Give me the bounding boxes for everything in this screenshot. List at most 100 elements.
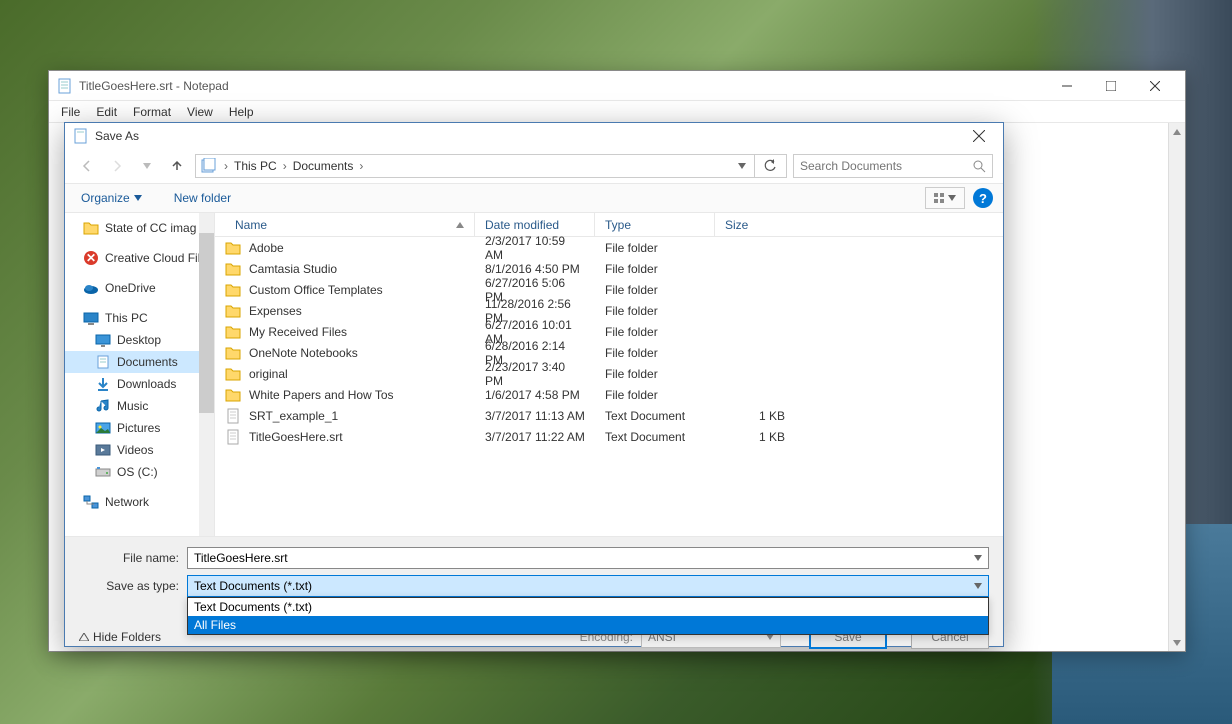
file-row[interactable]: Camtasia Studio8/1/2016 4:50 PMFile fold… <box>215 258 1003 279</box>
dialog-close-button[interactable] <box>963 123 995 149</box>
close-button[interactable] <box>1133 71 1177 101</box>
file-row[interactable]: Adobe2/3/2017 10:59 AMFile folder <box>215 237 1003 258</box>
notepad-scrollbar[interactable] <box>1168 123 1185 651</box>
sidebar-scrollbar[interactable] <box>199 213 214 536</box>
search-field[interactable] <box>800 159 969 173</box>
sidebar-item-documents[interactable]: Documents <box>65 351 214 373</box>
file-row[interactable]: White Papers and How Tos1/6/2017 4:58 PM… <box>215 384 1003 405</box>
column-size[interactable]: Size <box>715 213 795 236</box>
sidebar-item-desktop[interactable]: Desktop <box>65 329 214 351</box>
chevron-down-icon[interactable] <box>974 555 982 561</box>
refresh-button[interactable] <box>754 154 778 178</box>
file-date: 8/1/2016 4:50 PM <box>475 262 595 276</box>
nav-back-button[interactable] <box>75 154 99 178</box>
file-name: Custom Office Templates <box>249 283 383 297</box>
file-row[interactable]: Custom Office Templates6/27/2016 5:06 PM… <box>215 279 1003 300</box>
menu-view[interactable]: View <box>179 103 221 121</box>
menu-file[interactable]: File <box>53 103 88 121</box>
scroll-down-icon[interactable] <box>1169 634 1185 651</box>
nav-forward-button[interactable] <box>105 154 129 178</box>
nav-recent-dropdown[interactable] <box>135 154 159 178</box>
bottom-panel: File name: Save as type: Text Documents … <box>65 536 1003 646</box>
sidebar-item-os-c-[interactable]: OS (C:) <box>65 461 214 483</box>
sidebar-item-onedrive[interactable]: OneDrive <box>65 277 214 299</box>
file-row[interactable]: original2/23/2017 3:40 PMFile folder <box>215 363 1003 384</box>
view-options-button[interactable] <box>925 187 965 209</box>
scroll-up-icon[interactable] <box>1169 123 1185 140</box>
sidebar-item-creative-cloud-fil[interactable]: ✕Creative Cloud Fil <box>65 247 214 269</box>
sidebar-item-state-of-cc-imag[interactable]: State of CC imag <box>65 217 214 239</box>
dialog-icon <box>73 128 89 144</box>
sidebar-item-label: Desktop <box>117 333 161 347</box>
file-list-header: Name Date modified Type Size <box>215 213 1003 237</box>
file-date: 1/6/2017 4:58 PM <box>475 388 595 402</box>
column-name[interactable]: Name <box>215 213 475 236</box>
sidebar-item-label: Network <box>105 495 149 509</box>
music-icon <box>95 398 111 414</box>
saveastype-dropdown[interactable]: Text Documents (*.txt) All Files <box>187 597 989 635</box>
dialog-titlebar[interactable]: Save As <box>65 123 1003 149</box>
breadcrumb-folder[interactable]: Documents <box>291 159 356 173</box>
chevron-down-icon[interactable] <box>738 163 746 169</box>
nav-up-button[interactable] <box>165 154 189 178</box>
sidebar-item-this-pc[interactable]: This PC <box>65 307 214 329</box>
notepad-icon <box>57 78 73 94</box>
menu-edit[interactable]: Edit <box>88 103 125 121</box>
desktop-icon <box>95 332 111 348</box>
help-button[interactable]: ? <box>973 188 993 208</box>
chevron-right-icon[interactable]: › <box>355 159 367 173</box>
file-name: original <box>249 367 288 381</box>
minimize-button[interactable] <box>1045 71 1089 101</box>
breadcrumb-root[interactable]: This PC <box>232 159 279 173</box>
sidebar-item-label: OneDrive <box>105 281 156 295</box>
downloads-icon <box>95 376 111 392</box>
notepad-titlebar[interactable]: TitleGoesHere.srt - Notepad <box>49 71 1185 101</box>
menu-help[interactable]: Help <box>221 103 262 121</box>
file-row[interactable]: SRT_example_13/7/2017 11:13 AMText Docum… <box>215 405 1003 426</box>
breadcrumb[interactable]: › This PC › Documents › <box>195 154 787 178</box>
file-row[interactable]: My Received Files6/27/2016 10:01 AMFile … <box>215 321 1003 342</box>
filename-input[interactable] <box>187 547 989 569</box>
search-icon[interactable] <box>973 160 986 173</box>
dropdown-option-all[interactable]: All Files <box>188 616 988 634</box>
organize-button[interactable]: Organize <box>75 187 148 209</box>
file-type: File folder <box>595 304 715 318</box>
sidebar-item-pictures[interactable]: Pictures <box>65 417 214 439</box>
chevron-right-icon[interactable]: › <box>220 159 232 173</box>
chevron-up-icon <box>79 633 89 641</box>
column-type[interactable]: Type <box>595 213 715 236</box>
file-row[interactable]: OneNote Notebooks6/28/2016 2:14 PMFile f… <box>215 342 1003 363</box>
sidebar-item-videos[interactable]: Videos <box>65 439 214 461</box>
dropdown-option-txt[interactable]: Text Documents (*.txt) <box>188 598 988 616</box>
folder-icon <box>225 282 241 298</box>
file-row[interactable]: Expenses11/28/2016 2:56 PMFile folder <box>215 300 1003 321</box>
file-name: TitleGoesHere.srt <box>249 430 343 444</box>
saveastype-label: Save as type: <box>79 579 187 593</box>
folder-icon <box>225 387 241 403</box>
file-date: 3/7/2017 11:13 AM <box>475 409 595 423</box>
file-row[interactable]: TitleGoesHere.srt3/7/2017 11:22 AMText D… <box>215 426 1003 447</box>
saveastype-combo[interactable]: Text Documents (*.txt) <box>187 575 989 597</box>
folder-icon <box>83 220 99 236</box>
sidebar-item-label: Videos <box>117 443 153 457</box>
folder-icon <box>225 240 241 256</box>
sidebar-item-network[interactable]: Network <box>65 491 214 513</box>
documents-icon <box>200 158 216 174</box>
dialog-toolbar: Organize New folder ? <box>65 183 1003 213</box>
search-input[interactable] <box>793 154 993 178</box>
hide-folders-button[interactable]: Hide Folders <box>79 630 161 644</box>
new-folder-button[interactable]: New folder <box>168 187 237 209</box>
menu-format[interactable]: Format <box>125 103 179 121</box>
maximize-button[interactable] <box>1089 71 1133 101</box>
documents-icon <box>95 354 111 370</box>
file-name: Camtasia Studio <box>249 262 337 276</box>
chevron-down-icon[interactable] <box>974 583 982 589</box>
chevron-right-icon[interactable]: › <box>279 159 291 173</box>
sidebar-item-label: State of CC imag <box>105 221 196 235</box>
sidebar-item-downloads[interactable]: Downloads <box>65 373 214 395</box>
sidebar-item-music[interactable]: Music <box>65 395 214 417</box>
folder-icon <box>225 261 241 277</box>
nav-sidebar: State of CC imag ✕Creative Cloud Fil OneDr… <box>65 213 215 536</box>
file-type: File folder <box>595 241 715 255</box>
filename-field[interactable] <box>194 551 974 565</box>
